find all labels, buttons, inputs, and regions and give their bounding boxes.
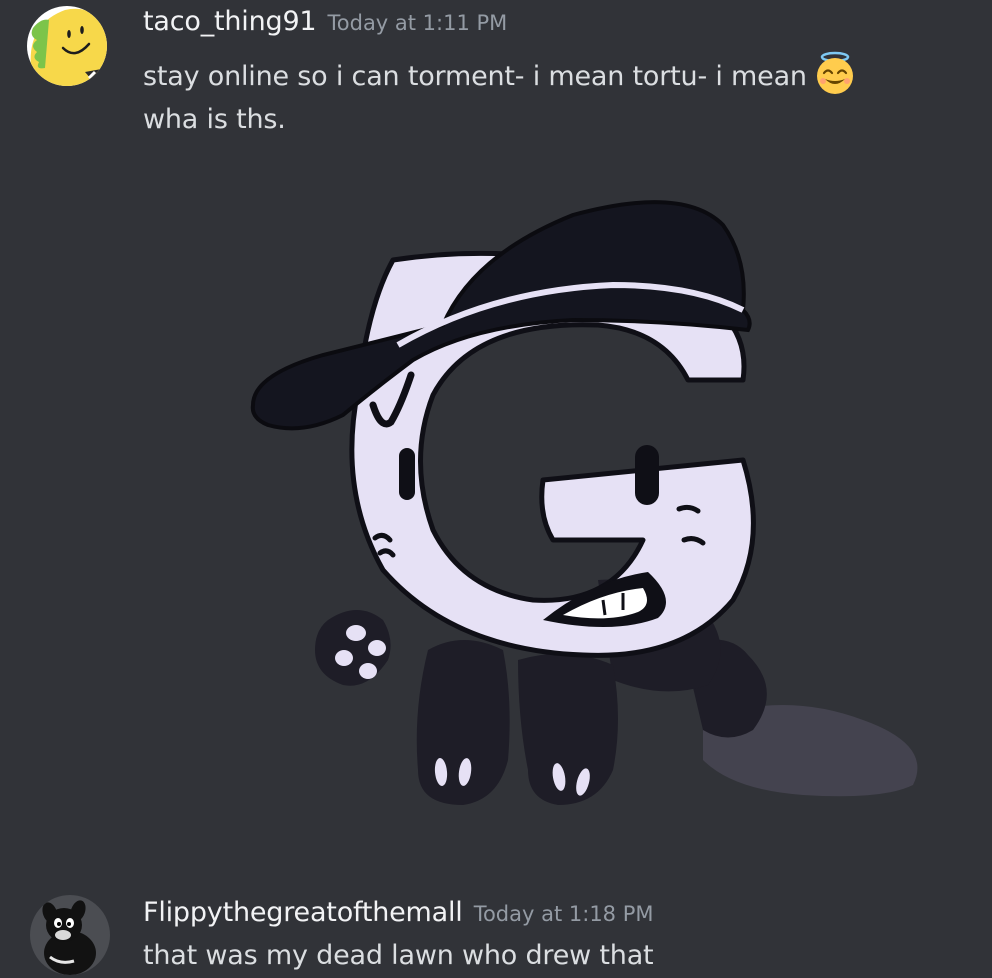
timestamp[interactable]: Today at 1:18 PM xyxy=(474,902,654,926)
message-line: that was my dead lawn who drew that xyxy=(143,940,654,971)
username[interactable]: Flippythegreatofthemall xyxy=(143,897,463,928)
avatar[interactable] xyxy=(30,895,110,975)
chat-channel: taco_thing91 Today at 1:11 PM stay onlin… xyxy=(0,0,992,978)
username[interactable]: taco_thing91 xyxy=(143,6,317,37)
message-taco-thing91: taco_thing91 Today at 1:11 PM stay onlin… xyxy=(0,0,992,870)
dog-icon xyxy=(30,895,110,975)
message-text-2: wha is ths. xyxy=(143,104,286,135)
avatar[interactable] xyxy=(27,6,107,86)
g-character-drawing xyxy=(250,200,918,805)
timestamp[interactable]: Today at 1:11 PM xyxy=(328,11,508,35)
image-attachment[interactable] xyxy=(143,160,963,850)
message-line: wha is ths. xyxy=(143,104,286,135)
message-line: stay online so i can torment- i mean tor… xyxy=(143,61,807,92)
message-text: that was my dead lawn who drew that xyxy=(143,940,654,971)
smiling-face-with-halo-icon xyxy=(813,51,857,95)
message-text: stay online so i can torment- i mean tor… xyxy=(143,51,857,95)
message-header: taco_thing91 Today at 1:11 PM xyxy=(143,6,507,37)
message-header: Flippythegreatofthemall Today at 1:18 PM xyxy=(143,897,654,928)
message-flippy: Flippythegreatofthemall Today at 1:18 PM… xyxy=(0,880,992,978)
taco-icon xyxy=(27,6,107,86)
